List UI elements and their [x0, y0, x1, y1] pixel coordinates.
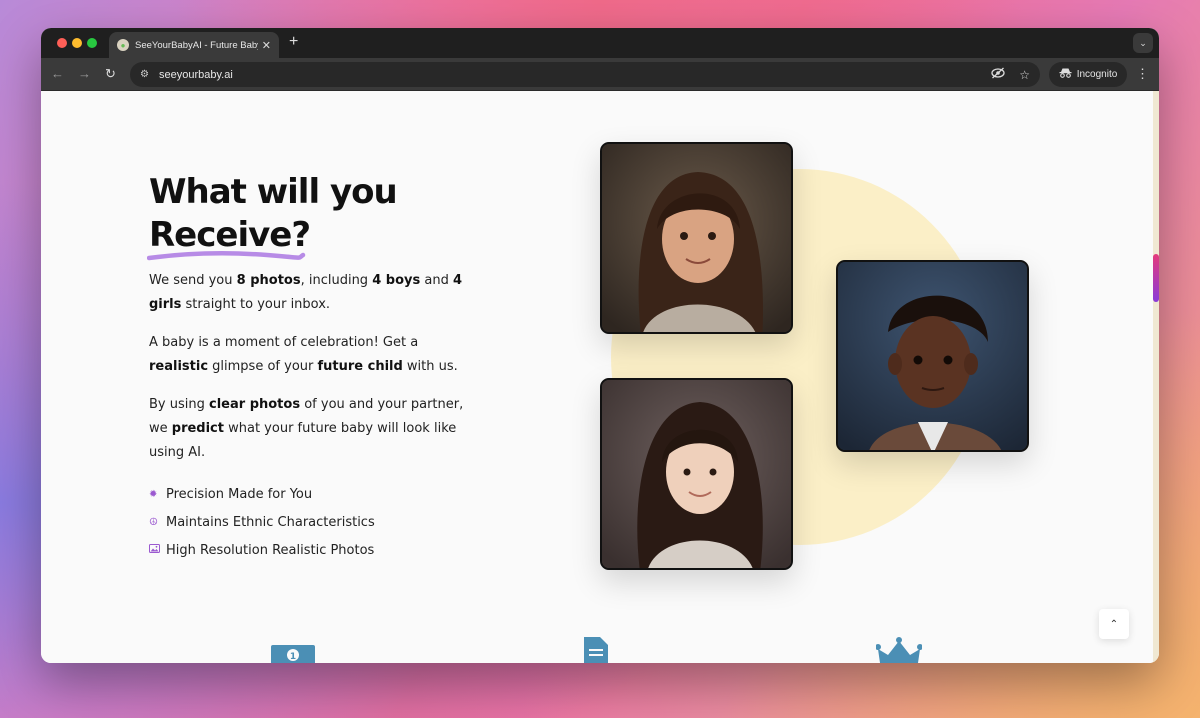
tab-title: SeeYourBabyAI - Future Baby: [135, 39, 258, 51]
peace-icon: ☮: [149, 516, 158, 528]
crown-icon: [876, 637, 922, 663]
chevron-up-icon: ⌃: [1109, 618, 1119, 630]
heading-line-1: What will you: [149, 172, 398, 212]
page-viewport: What will you Receive? We send you 8 pho…: [41, 91, 1159, 663]
highlight-text: predict: [171, 421, 224, 436]
heading-line-2-wrap: Receive?: [147, 214, 311, 261]
reload-icon[interactable]: ↻: [105, 66, 116, 82]
text: , including: [300, 273, 373, 288]
site-info-icon[interactable]: ⚙: [140, 69, 149, 80]
tracking-protection-icon[interactable]: [991, 67, 1005, 82]
text: We send you: [149, 273, 237, 288]
image-icon: [149, 544, 165, 556]
highlight-text: clear photos: [209, 397, 301, 412]
minimize-window-button[interactable]: [72, 38, 82, 48]
tab-bar: ● SeeYourBabyAI - Future Baby ✕ + ⌄: [41, 28, 1159, 58]
text: with us.: [402, 359, 458, 374]
text: and: [420, 273, 453, 288]
url-text[interactable]: seeyourbaby.ai: [159, 69, 977, 81]
new-tab-icon[interactable]: +: [289, 33, 298, 51]
address-bar[interactable]: ⚙ seeyourbaby.ai ☆: [130, 62, 1040, 87]
text: By using: [149, 397, 209, 412]
tab-search-button[interactable]: ⌄: [1133, 33, 1153, 53]
method-paragraph: By using clear photos of you and your pa…: [149, 393, 479, 465]
close-window-button[interactable]: [57, 38, 67, 48]
heading-underline-squiggle: [147, 251, 306, 261]
gear-icon: ✹: [149, 488, 158, 500]
highlight-text: 4 boys: [372, 273, 421, 288]
text: straight to your inbox.: [181, 297, 331, 312]
feature-item: ☮ Maintains Ethnic Characteristics: [149, 508, 375, 536]
feature-item: ✹ Precision Made for You: [149, 480, 375, 508]
text: glimpse of your: [208, 359, 318, 374]
close-tab-icon[interactable]: ✕: [262, 39, 271, 52]
feature-label: High Resolution Realistic Photos: [166, 542, 375, 558]
highlight-text: realistic: [149, 359, 209, 374]
chevron-down-icon: ⌄: [1139, 37, 1147, 48]
text: A baby is a moment of celebration! Get a: [149, 335, 419, 350]
sample-photo-girl-2: [600, 378, 793, 570]
maximize-window-button[interactable]: [87, 38, 97, 48]
page-scrollbar[interactable]: [1153, 91, 1159, 663]
scrollbar-thumb[interactable]: [1153, 254, 1159, 302]
svg-text:1: 1: [290, 652, 296, 662]
forward-icon[interactable]: →: [78, 66, 91, 81]
intro-paragraph: We send you 8 photos, including 4 boys a…: [149, 269, 479, 317]
highlight-text: 8 photos: [236, 273, 301, 288]
celebration-paragraph: A baby is a moment of celebration! Get a…: [149, 331, 479, 379]
document-icon: [584, 637, 608, 663]
feature-label: Maintains Ethnic Characteristics: [166, 514, 375, 530]
bookmark-star-icon[interactable]: ☆: [1019, 68, 1030, 82]
incognito-label: Incognito: [1076, 69, 1118, 80]
browser-tab[interactable]: ● SeeYourBabyAI - Future Baby ✕: [109, 32, 279, 58]
back-icon[interactable]: ←: [51, 66, 64, 81]
feature-item: High Resolution Realistic Photos: [149, 536, 375, 564]
scroll-to-top-button[interactable]: ⌃: [1099, 609, 1129, 639]
page-title: What will you Receive?: [147, 171, 489, 261]
browser-window: ● SeeYourBabyAI - Future Baby ✕ + ⌄ ← → …: [41, 28, 1159, 663]
incognito-icon: [1059, 68, 1072, 81]
browser-toolbar: ← → ↻ ⚙ seeyourbaby.ai ☆ Incognito ⋮: [41, 58, 1159, 91]
sample-photo-girl-1: [600, 142, 793, 334]
sample-photo-boy: [836, 260, 1029, 452]
favicon-icon: ●: [117, 39, 129, 51]
feature-list: ✹ Precision Made for You ☮ Maintains Eth…: [149, 480, 375, 564]
highlight-text: future child: [317, 359, 403, 374]
incognito-badge[interactable]: Incognito: [1049, 62, 1127, 87]
feature-label: Precision Made for You: [166, 486, 313, 502]
money-icon: 1: [271, 645, 315, 663]
browser-menu-icon[interactable]: ⋮: [1136, 66, 1149, 82]
